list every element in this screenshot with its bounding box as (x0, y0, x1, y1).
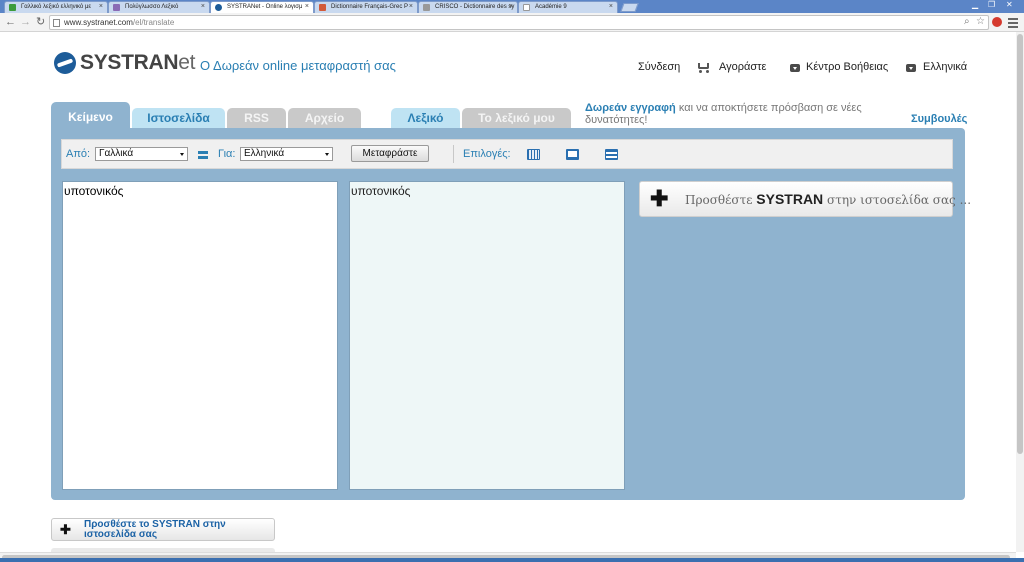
minimize-icon[interactable]: ▁ (972, 0, 978, 9)
keyboard-icon[interactable] (527, 149, 540, 160)
registration-promo: Δωρεάν εγγραφή και να αποκτήσετε πρόσβασ… (585, 102, 885, 126)
browser-tab-strip: Γαλλικό λεξικό ελληνικό με × Πολύγλωσσο … (0, 0, 1024, 13)
tab-my-dictionary[interactable]: Το λεξικό μου (462, 108, 571, 128)
browser-tab-6[interactable]: Académie 9 × (518, 1, 618, 13)
url-path: /el/translate (132, 18, 175, 27)
browser-tab-5[interactable]: CRISCO - Dictionnaire des sy × (418, 1, 518, 13)
forward-icon[interactable]: → (20, 16, 31, 28)
chevron-down-icon (180, 153, 184, 156)
browser-tab-3-active[interactable]: SYSTRANet - Online λογισμ × (210, 1, 314, 13)
dropdown-icon[interactable] (906, 64, 916, 72)
translation-output: υποτονικός (349, 181, 625, 490)
restore-icon[interactable]: ❐ (988, 0, 995, 9)
close-tab-icon[interactable]: × (305, 3, 309, 10)
scroll-thumb[interactable] (1017, 34, 1023, 454)
favicon-dictionary-icon (319, 4, 326, 11)
browser-tab-1[interactable]: Γαλλικό λεξικό ελληνικό με × (4, 1, 108, 13)
dropdown-icon[interactable] (790, 64, 800, 72)
favicon-systran-icon (215, 4, 222, 11)
cart-icon[interactable] (696, 61, 711, 73)
add-systran-bottom-label: Προσθέστε το SYSTRAN στην ιστοσελίδα σας (84, 519, 226, 540)
address-bar[interactable]: www.systranet.com/el/translate (49, 15, 989, 30)
add-systran-bottom-button[interactable]: ✚ Προσθέστε το SYSTRAN στην ιστοσελίδα σ… (51, 518, 275, 541)
browser-tab-title: Dictionnaire Français-Grec P (331, 4, 409, 10)
favicon-l-icon (9, 4, 16, 11)
buy-link[interactable]: Αγοράστε (719, 61, 766, 73)
to-label: Για: (218, 148, 236, 160)
divider (453, 145, 454, 163)
favicon-page-icon (523, 4, 530, 11)
free-registration-link[interactable]: Δωρεάν εγγραφή (585, 102, 676, 114)
source-language-select[interactable]: Γαλλικά (95, 147, 188, 161)
close-tab-icon[interactable]: × (201, 3, 205, 10)
chevron-down-icon (325, 153, 329, 156)
reload-icon[interactable]: ↻ (36, 16, 45, 28)
close-tab-icon[interactable]: × (509, 3, 513, 10)
tagline: Ο Δωρεάν online μεταφραστή σας (200, 58, 396, 73)
target-language-value: Ελληνικά (244, 148, 285, 159)
close-tab-icon[interactable]: × (409, 3, 413, 10)
url-host: www.systranet.com (64, 18, 133, 27)
help-center-link[interactable]: Κέντρο Βοήθειας (806, 61, 888, 73)
browser-tab-title: Πολύγλωσσο Λεξικό (125, 4, 179, 10)
tab-file[interactable]: Αρχείο (288, 108, 361, 128)
layout-side-by-side-icon[interactable] (566, 149, 579, 160)
swap-languages-icon[interactable] (197, 149, 209, 161)
zoom-icon[interactable]: ⌕ (964, 16, 970, 27)
from-label: Από: (66, 148, 91, 160)
extension-icon[interactable] (992, 17, 1002, 27)
browser-tab-title: Γαλλικό λεξικό ελληνικό με (21, 4, 92, 10)
menu-icon[interactable] (1008, 18, 1018, 30)
options-label: Επιλογές: (463, 148, 511, 160)
new-tab-button[interactable] (620, 3, 639, 12)
close-tab-icon[interactable]: × (99, 3, 103, 10)
translate-button[interactable]: Μεταφράστε (351, 145, 429, 162)
tab-dictionary[interactable]: Λεξικό (391, 108, 460, 128)
browser-tab-2[interactable]: Πολύγλωσσο Λεξικό × (108, 1, 210, 13)
logo-suffix: et (178, 51, 196, 74)
favicon-page-icon (423, 4, 430, 11)
tab-rss[interactable]: RSS (227, 108, 286, 128)
source-language-value: Γαλλικά (99, 148, 134, 159)
browser-toolbar: ← → ↻ www.systranet.com/el/translate ⌕ ☆ (0, 13, 1024, 32)
logo-main: SYSTRAN (80, 51, 179, 74)
plus-icon: ✚ (650, 186, 669, 211)
tips-link[interactable]: Συμβουλές (911, 113, 967, 125)
add-box-brand: SYSTRAN (756, 191, 824, 207)
add-box-suffix: στην ιστοσελίδα σας ... (827, 193, 972, 207)
target-language-select[interactable]: Ελληνικά (240, 147, 333, 161)
login-link[interactable]: Σύνδεση (638, 61, 680, 73)
plus-icon: ✚ (60, 522, 71, 537)
systran-globe-icon (54, 52, 76, 74)
add-box-prefix: Προσθέστε (685, 193, 753, 207)
tab-website[interactable]: Ιστοσελίδα (132, 108, 225, 128)
language-selector[interactable]: Ελληνικά (923, 61, 967, 73)
back-icon[interactable]: ← (5, 16, 16, 28)
page-icon (53, 19, 60, 27)
close-tab-icon[interactable]: × (609, 3, 613, 10)
layout-stacked-icon[interactable] (605, 149, 618, 160)
browser-tab-title: SYSTRANet - Online λογισμ (227, 4, 303, 10)
star-icon[interactable]: ☆ (976, 16, 985, 27)
source-text-area[interactable]: υποτονικός (62, 181, 338, 490)
browser-tab-title: CRISCO - Dictionnaire des sy (435, 4, 515, 10)
logo-text: SYSTRANet (80, 51, 195, 75)
vertical-scrollbar[interactable] (1016, 32, 1024, 552)
tab-text[interactable]: Κείμενο (51, 102, 130, 128)
taskbar-edge (0, 558, 1024, 562)
browser-tab-4[interactable]: Dictionnaire Français-Grec P × (314, 1, 418, 13)
add-systran-website-button[interactable]: ✚ Προσθέστε SYSTRAN στην ιστοσελίδα σας … (639, 181, 971, 217)
browser-tab-title: Académie 9 (535, 4, 567, 10)
favicon-dictionary-icon (113, 4, 120, 11)
close-window-icon[interactable]: ✕ (1006, 0, 1013, 9)
